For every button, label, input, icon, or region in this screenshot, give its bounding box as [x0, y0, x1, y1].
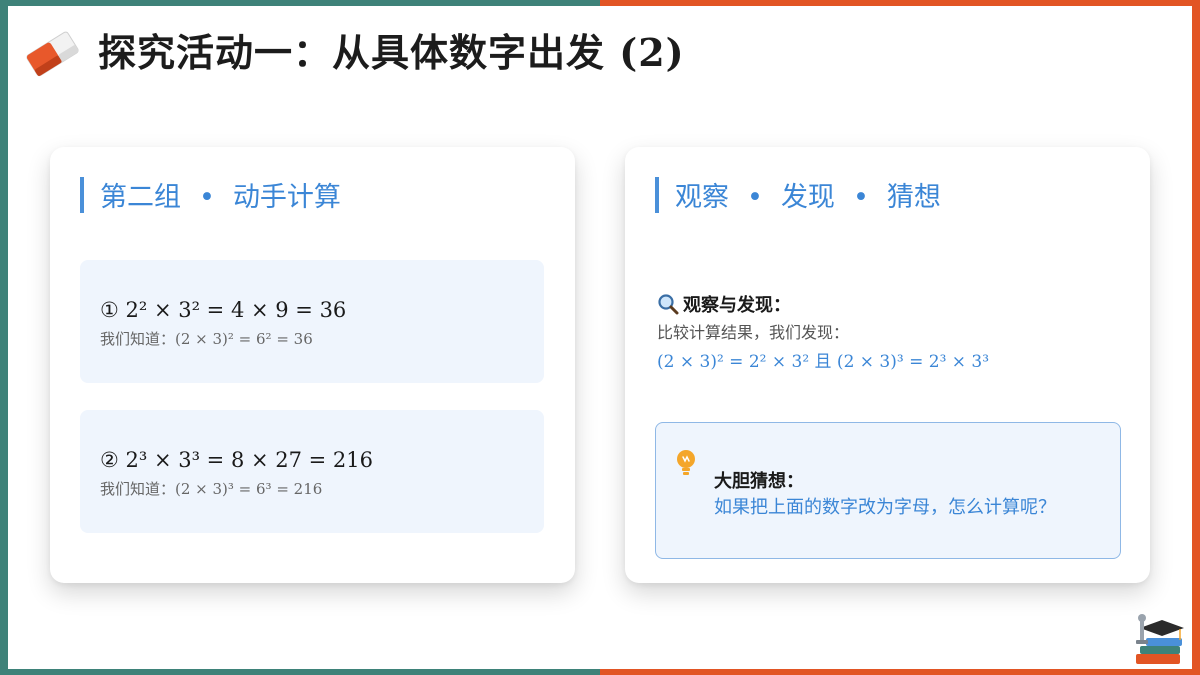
heading-dot: •: [747, 182, 763, 213]
calc-box: ② 2³ × 3³ = 8 × 27 = 216 我们知道：(2 × 3)³ =…: [80, 410, 544, 533]
books-microscope-icon: [1136, 614, 1184, 664]
frame-top-right: [600, 0, 1200, 6]
heading-label: 第二组: [100, 182, 181, 213]
observation-card: 观察 • 发现 • 猜想 观察与发现： 比较计算结果，我们发现： (2 × 3)² = …: [625, 147, 1150, 583]
heading-label: 发现: [780, 182, 835, 213]
heading-label: 猜想: [886, 182, 941, 213]
frame-bottom-right: [600, 669, 1200, 675]
frame-bottom-left: [0, 669, 600, 675]
page-title: 探究活动一：从具体数字出发 (2): [98, 30, 685, 75]
lightbulb-icon: [677, 450, 695, 475]
heading-dot: •: [199, 182, 215, 213]
conjecture-text: 如果把上面的数字改为字母，怎么计算呢？: [714, 497, 1056, 518]
observation-text: 比较计算结果，我们发现：: [657, 323, 850, 342]
card-heading: 第二组 • 动手计算: [80, 177, 341, 213]
calc-equation: ② 2³ × 3³ = 8 × 27 = 216: [100, 448, 374, 472]
heading-label: 动手计算: [232, 182, 341, 213]
conjecture-box: 大胆猜想： 如果把上面的数字改为字母，怎么计算呢？: [655, 422, 1121, 559]
magnifier-icon: [658, 294, 679, 315]
calc-note: 我们知道：(2 × 3)² = 6² = 36: [100, 330, 313, 348]
conjecture-title: 大胆猜想：: [714, 471, 804, 492]
calc-note: 我们知道：(2 × 3)³ = 6³ = 216: [100, 480, 323, 498]
frame-right: [1192, 0, 1200, 675]
observation-formula: (2 × 3)² = 2² × 3² 且 (2 × 3)³ = 2³ × 3³: [657, 352, 990, 372]
observation-title-row: 观察与发现：: [657, 293, 1127, 317]
calc-equation: ① 2² × 3² = 4 × 9 = 36: [100, 298, 347, 322]
calculation-card: 第二组 • 动手计算 ① 2² × 3² = 4 × 9 = 36 我们知道：(2 …: [50, 147, 575, 583]
card-heading: 观察 • 发现 • 猜想: [655, 177, 941, 213]
calc-box: ① 2² × 3² = 4 × 9 = 36 我们知道：(2 × 3)² = 6…: [80, 260, 544, 383]
heading-label: 观察: [675, 182, 729, 213]
heading-dot: •: [852, 182, 869, 213]
frame-left: [0, 0, 8, 675]
observation-title: 观察与发现：: [683, 295, 791, 316]
eraser-icon: [26, 31, 79, 77]
observation-block: 观察与发现： 比较计算结果，我们发现： (2 × 3)² = 2² × 3² 且…: [657, 293, 1127, 372]
frame-top-left: [0, 0, 600, 6]
